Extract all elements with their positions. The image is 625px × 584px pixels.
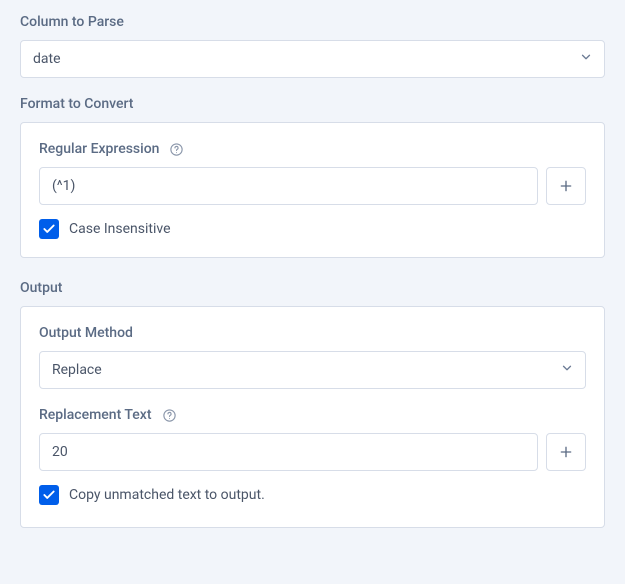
output-method-value[interactable]: [39, 351, 586, 389]
help-icon[interactable]: [162, 408, 177, 423]
regex-label-row: Regular Expression: [39, 141, 586, 157]
copy-unmatched-label: Copy unmatched text to output.: [69, 487, 265, 503]
replacement-text-label-row: Replacement Text: [39, 407, 586, 423]
output-panel: Output Method Replacement Text Copy: [20, 306, 605, 528]
output-label: Output: [20, 280, 605, 296]
format-to-convert-label: Format to Convert: [20, 96, 605, 112]
case-insensitive-label: Case Insensitive: [69, 221, 171, 237]
output-method-select[interactable]: [39, 351, 586, 389]
copy-unmatched-checkbox[interactable]: Copy unmatched text to output.: [39, 485, 586, 505]
checkbox-checked-icon: [39, 485, 59, 505]
add-replacement-button[interactable]: [546, 433, 586, 471]
add-regex-button[interactable]: [546, 167, 586, 205]
help-icon[interactable]: [169, 142, 184, 157]
checkbox-checked-icon: [39, 219, 59, 239]
regex-input[interactable]: [39, 167, 538, 205]
case-insensitive-checkbox[interactable]: Case Insensitive: [39, 219, 586, 239]
column-to-parse-label: Column to Parse: [20, 14, 605, 30]
column-to-parse-value[interactable]: [20, 40, 605, 78]
replacement-text-label: Replacement Text: [39, 407, 152, 423]
replacement-text-input[interactable]: [39, 433, 538, 471]
output-method-label: Output Method: [39, 325, 586, 341]
column-to-parse-select[interactable]: [20, 40, 605, 78]
regex-label: Regular Expression: [39, 141, 159, 157]
format-to-convert-panel: Regular Expression Case Insensitive: [20, 122, 605, 258]
